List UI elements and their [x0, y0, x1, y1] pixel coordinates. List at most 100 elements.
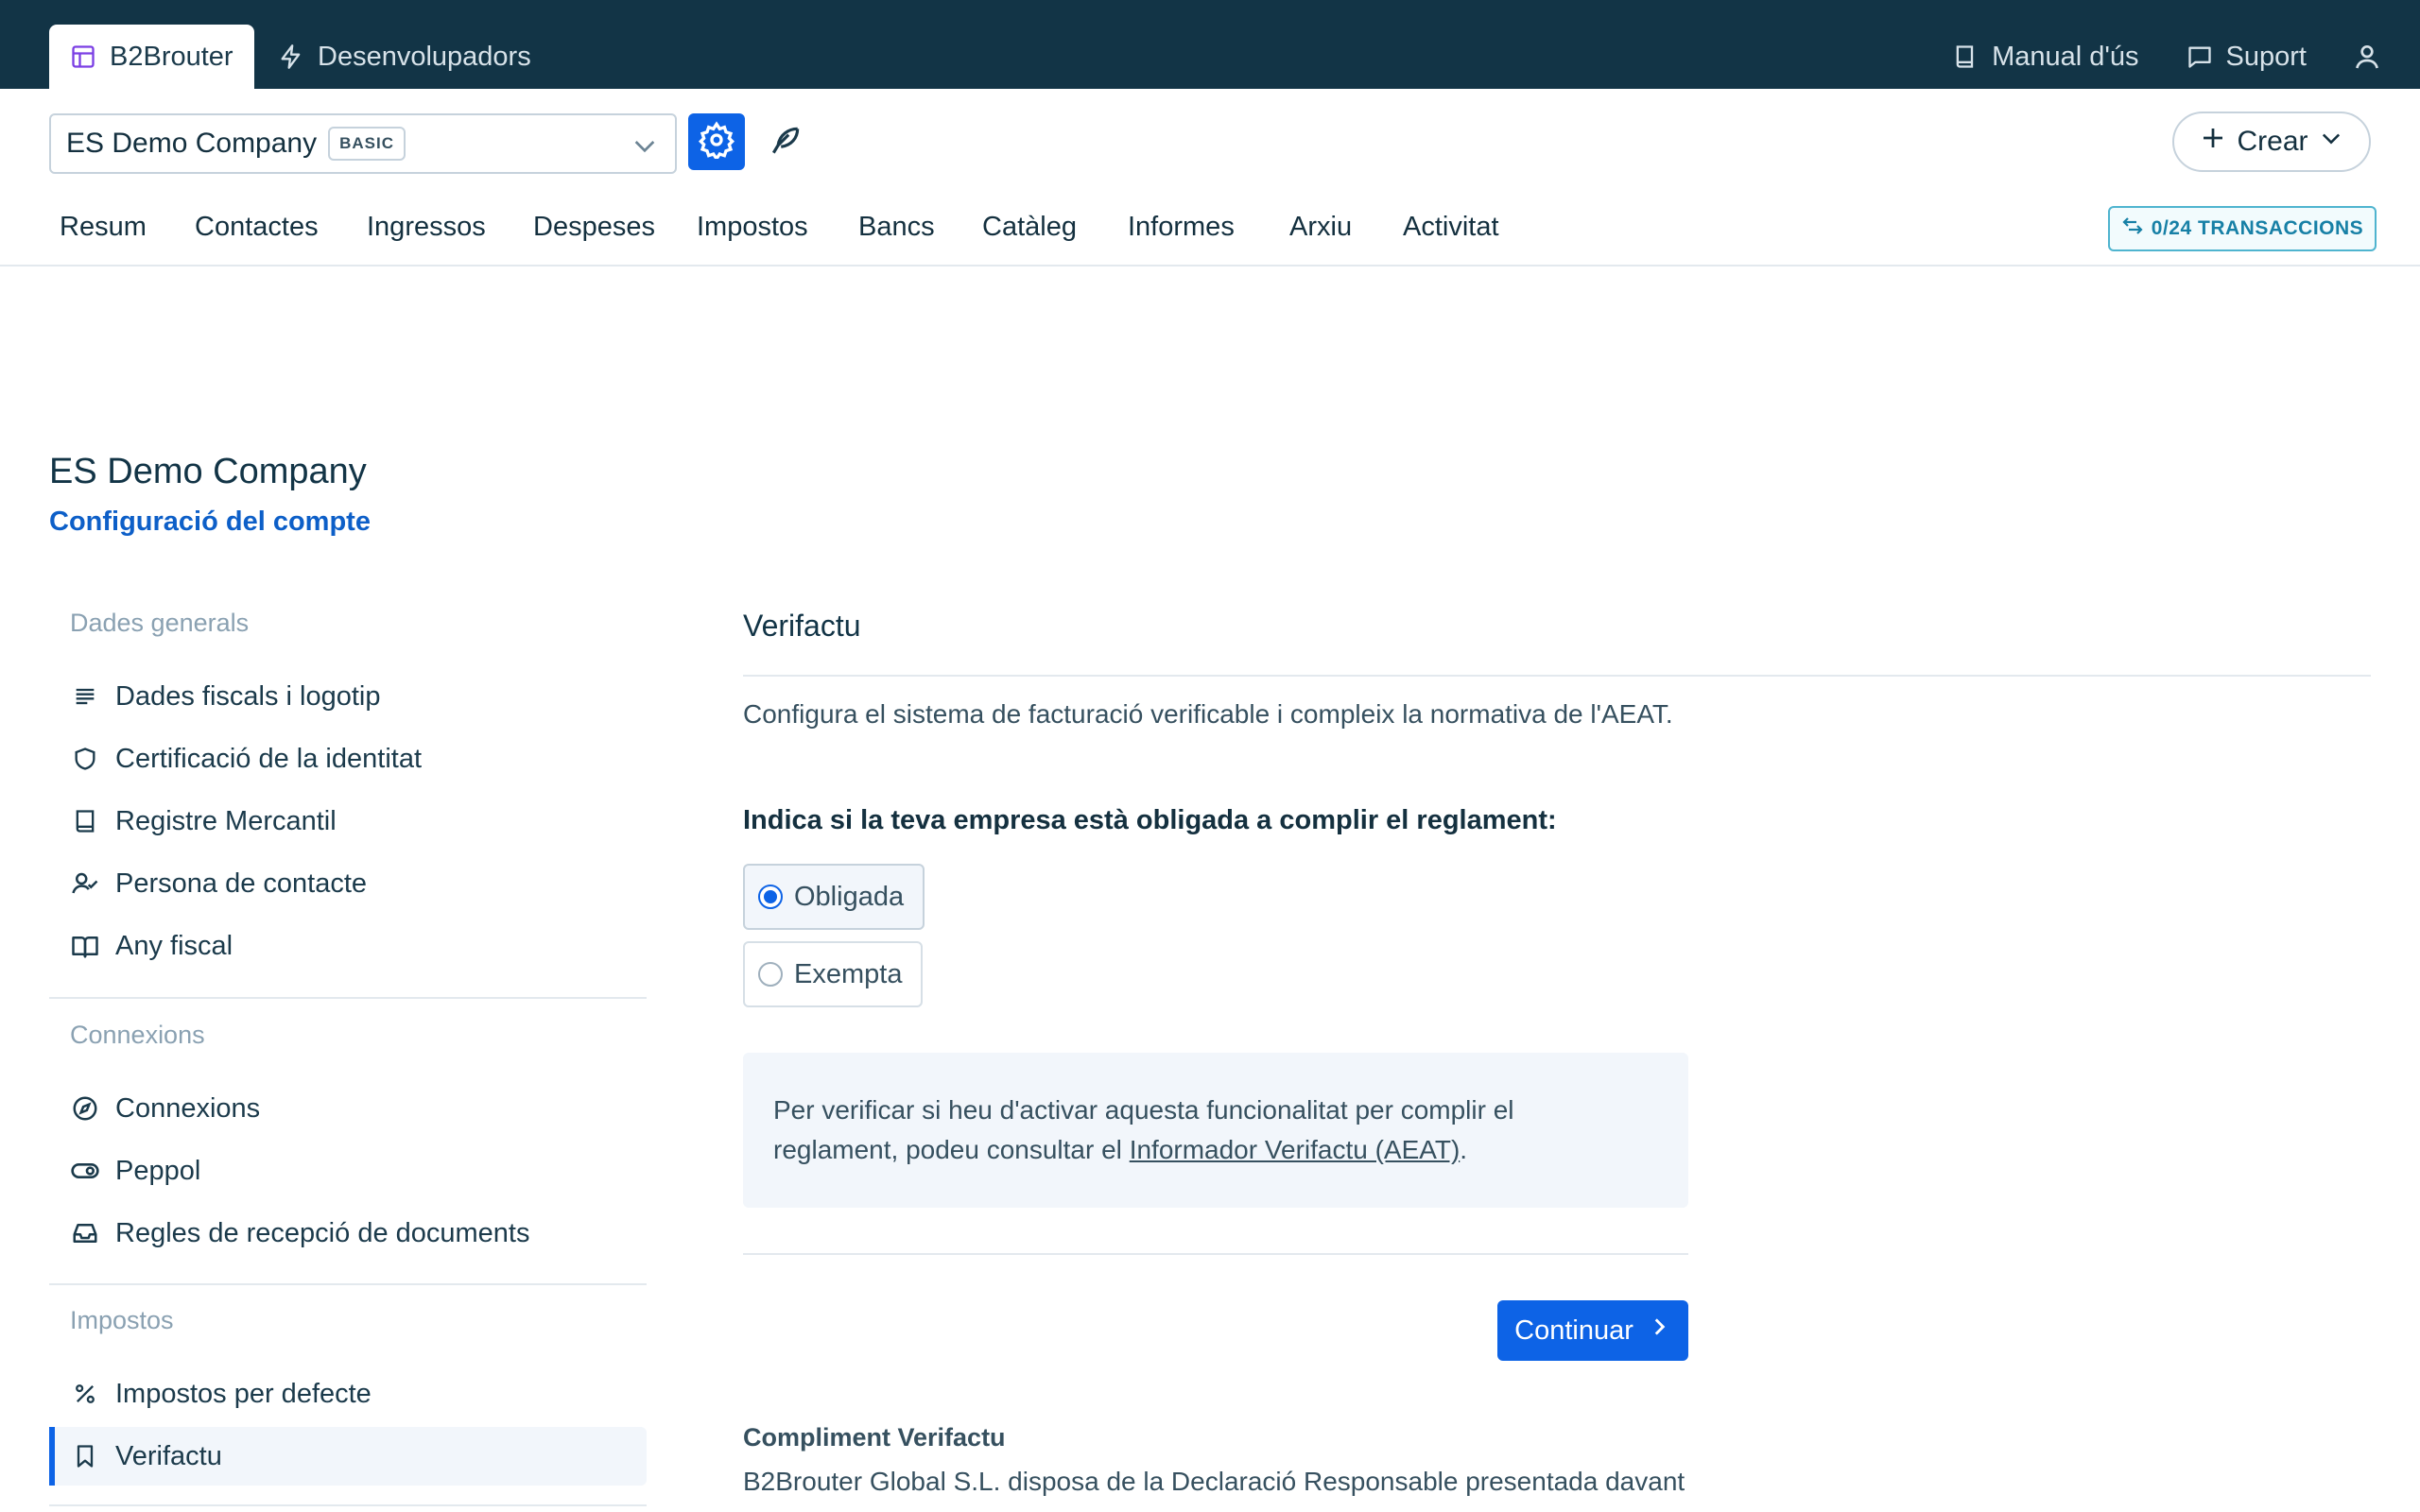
- obligation-question: Indica si la teva empresa està obligada …: [743, 805, 1557, 835]
- nav-tab-despeses[interactable]: Despeses: [533, 212, 655, 243]
- sidebar-item-label: Registre Mercantil: [115, 805, 337, 836]
- chat-icon: [2185, 42, 2215, 72]
- chevron-down-icon: [630, 130, 660, 165]
- sidebar-divider: [49, 1504, 647, 1506]
- sidebar-item-label: Any fiscal: [115, 930, 233, 961]
- compliance-title: Compliment Verifactu: [743, 1423, 1006, 1452]
- content-divider: [743, 1253, 1688, 1255]
- sidebar-divider: [49, 997, 647, 999]
- nav-tab-activitat[interactable]: Activitat: [1403, 212, 1499, 243]
- info-suffix: .: [1460, 1135, 1468, 1164]
- sidebar-item-default-taxes[interactable]: Impostos per defecte: [49, 1365, 647, 1423]
- sidebar-item-registry[interactable]: Registre Mercantil: [49, 792, 647, 850]
- manual-label: Manual d'ús: [1992, 41, 2139, 72]
- plus-icon: [2199, 124, 2227, 160]
- user-check-icon: [70, 868, 100, 899]
- transactions-badge[interactable]: 0/24 TRANSACCIONS: [2108, 206, 2377, 251]
- sidebar-item-document-rules[interactable]: Regles de recepció de documents: [49, 1204, 647, 1263]
- sidebar-item-fiscal-data[interactable]: Dades fiscals i logotip: [49, 667, 647, 726]
- compliance-text: B2Brouter Global S.L. disposa de la Decl…: [743, 1467, 1685, 1496]
- nav-tab-arxiu[interactable]: Arxiu: [1289, 212, 1352, 243]
- user-icon: [2352, 42, 2382, 72]
- sidebar-item-connections[interactable]: Connexions: [49, 1079, 647, 1138]
- radio-button[interactable]: [758, 962, 783, 987]
- sidebar-item-label: Dades fiscals i logotip: [115, 680, 381, 712]
- inbox-icon: [70, 1218, 100, 1248]
- option-exempta[interactable]: Exempta: [743, 941, 924, 1007]
- chevron-right-icon: [1647, 1314, 1671, 1347]
- tab-b2brouter-label: B2Brouter: [110, 41, 233, 72]
- book-icon: [70, 806, 100, 836]
- sidebar-section-taxes: Impostos: [70, 1306, 174, 1334]
- nav-tab-bancs[interactable]: Bancs: [858, 212, 935, 243]
- support-label: Suport: [2225, 41, 2307, 72]
- sidebar-item-label: Connexions: [115, 1092, 261, 1124]
- sidebar-item-verifactu[interactable]: Verifactu: [49, 1427, 647, 1486]
- option-label: Exempta: [794, 958, 903, 989]
- sidebar-item-peppol[interactable]: Peppol: [49, 1142, 647, 1200]
- section-title: Verifactu: [743, 609, 861, 643]
- nav-tab-informes[interactable]: Informes: [1128, 212, 1235, 243]
- nav-tab-resum[interactable]: Resum: [60, 212, 147, 243]
- sidebar-section-general: Dades generals: [70, 609, 250, 637]
- feather-icon: [768, 123, 804, 163]
- option-label: Obligada: [794, 881, 905, 912]
- toggle-icon: [70, 1156, 100, 1186]
- sidebar-item-label: Peppol: [115, 1155, 201, 1186]
- manual-link[interactable]: Manual d'ús: [1950, 41, 2139, 73]
- sidebar-item-label: Verifactu: [115, 1440, 222, 1471]
- page-subtitle[interactable]: Configuració del compte: [49, 507, 371, 538]
- sidebar-item-contact-person[interactable]: Persona de contacte: [49, 854, 647, 913]
- lightning-icon: [276, 42, 306, 72]
- transactions-badge-label: 0/24 TRANSACCIONS: [2151, 217, 2364, 239]
- informador-link[interactable]: Informador Verifactu (AEAT): [1130, 1135, 1461, 1164]
- settings-button[interactable]: [688, 113, 745, 170]
- sidebar-section-connections: Connexions: [70, 1021, 205, 1049]
- tab-developers-label: Desenvolupadors: [318, 41, 531, 72]
- shield-icon: [70, 744, 100, 774]
- continue-label: Continuar: [1514, 1314, 1634, 1346]
- section-divider: [743, 675, 2371, 677]
- user-menu[interactable]: [2352, 42, 2382, 72]
- nav-tab-contactes[interactable]: Contactes: [195, 212, 319, 243]
- info-line-2: reglament, podeu consultar el Informador…: [773, 1130, 1658, 1170]
- option-obligada[interactable]: Obligada: [743, 864, 925, 930]
- percent-icon: [70, 1379, 100, 1409]
- nav-tab-ingressos[interactable]: Ingressos: [367, 212, 486, 243]
- section-intro: Configura el sistema de facturació verif…: [743, 699, 1673, 729]
- sidebar-item-fiscal-year[interactable]: Any fiscal: [49, 917, 647, 975]
- nav-tab-cataleg[interactable]: Catàleg: [982, 212, 1077, 243]
- info-line-1: Per verificar si heu d'activar aquesta f…: [773, 1095, 1514, 1125]
- transfer-icon: [2121, 215, 2144, 243]
- open-book-icon: [70, 931, 100, 961]
- layout-icon: [68, 42, 98, 72]
- sidebar-item-identity[interactable]: Certificació de la identitat: [49, 730, 647, 788]
- feather-button[interactable]: [760, 117, 811, 168]
- sidebar-divider: [49, 1283, 647, 1285]
- lines-icon: [70, 681, 100, 712]
- company-selector[interactable]: ES Demo Company BASIC: [49, 113, 677, 174]
- book-icon: [1950, 42, 1980, 72]
- sidebar-item-label: Certificació de la identitat: [115, 743, 422, 774]
- gear-icon: [698, 120, 735, 163]
- top-right-menu: Manual d'ús Suport: [1950, 25, 2382, 89]
- bookmark-icon: [70, 1441, 100, 1471]
- main-nav: Resum Contactes Ingressos Despeses Impos…: [0, 202, 2420, 266]
- nav-tab-impostos[interactable]: Impostos: [697, 212, 808, 243]
- plan-badge: BASIC: [328, 127, 406, 161]
- sidebar-item-label: Persona de contacte: [115, 868, 368, 899]
- tab-developers[interactable]: Desenvolupadors: [276, 25, 531, 89]
- info-box: Per verificar si heu d'activar aquesta f…: [743, 1053, 1688, 1208]
- company-name: ES Demo Company: [66, 128, 318, 159]
- create-button[interactable]: Crear: [2172, 112, 2371, 172]
- continue-button[interactable]: Continuar: [1497, 1300, 1688, 1361]
- chevron-down-icon: [2318, 125, 2344, 159]
- info-line-2-text: reglament, podeu consultar el: [773, 1135, 1130, 1164]
- create-label: Crear: [2237, 126, 2308, 157]
- page-title: ES Demo Company: [49, 452, 367, 491]
- radio-button[interactable]: [758, 885, 783, 909]
- support-link[interactable]: Suport: [2185, 42, 2307, 73]
- tab-b2brouter[interactable]: B2Brouter: [49, 25, 254, 89]
- top-bar: B2Brouter Desenvolupadors Manual d'ús Su…: [0, 0, 2420, 89]
- sidebar-item-label: Regles de recepció de documents: [115, 1217, 530, 1248]
